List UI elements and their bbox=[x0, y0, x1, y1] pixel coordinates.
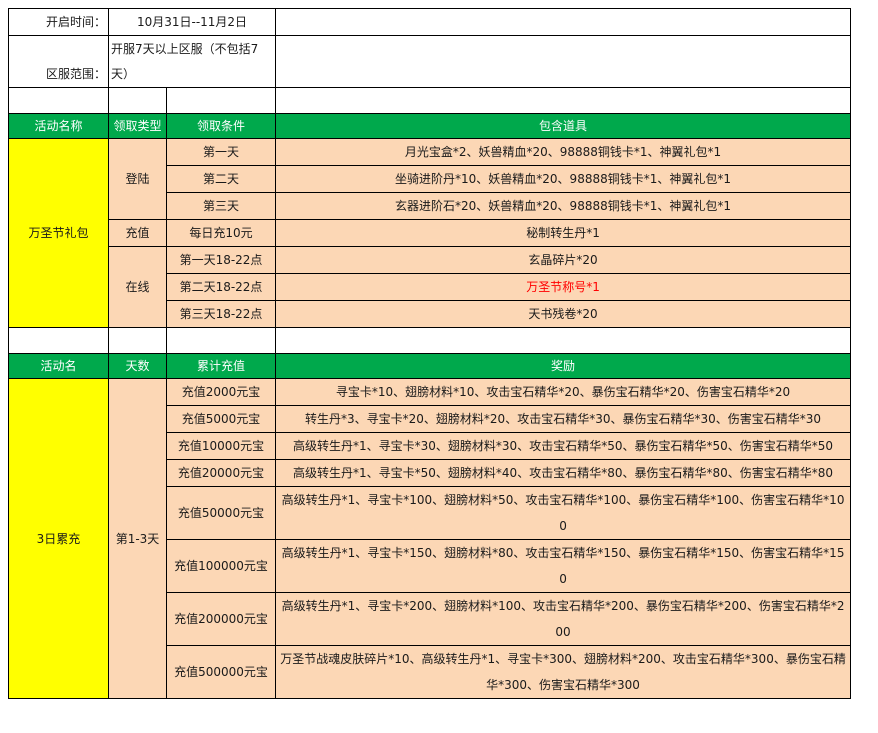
condition-cell: 第三天18-22点 bbox=[165, 300, 277, 328]
recharge-cell: 充值20000元宝 bbox=[165, 459, 277, 487]
header-activity-name-2: 活动名 bbox=[8, 353, 109, 379]
items-cell: 玄晶碎片*20 bbox=[275, 246, 852, 274]
recharge-cell: 充值500000元宝 bbox=[165, 645, 277, 699]
range-label: 区服范围： bbox=[8, 35, 109, 88]
activity-name-3day-recharge: 3日累充 bbox=[8, 378, 109, 699]
header-claim-condition: 领取条件 bbox=[165, 113, 277, 139]
recharge-cell: 充值100000元宝 bbox=[165, 539, 277, 593]
condition-cell: 第二天 bbox=[165, 165, 277, 193]
spacer-cell bbox=[108, 327, 167, 354]
reward-cell: 寻宝卡*10、翅膀材料*10、攻击宝石精华*20、暴伤宝石精华*20、伤害宝石精… bbox=[275, 378, 852, 406]
reward-cell: 高级转生丹*1、寻宝卡*50、翅膀材料*40、攻击宝石精华*80、暴伤宝石精华*… bbox=[275, 459, 852, 487]
activity-name-halloween-pack: 万圣节礼包 bbox=[8, 138, 109, 328]
recharge-cell: 充值5000元宝 bbox=[165, 405, 277, 433]
claim-type-recharge: 充值 bbox=[108, 219, 167, 247]
condition-cell: 每日充10元 bbox=[165, 219, 277, 247]
recharge-cell: 充值10000元宝 bbox=[165, 432, 277, 460]
days-cell: 第1-3天 bbox=[108, 378, 167, 699]
claim-type-login: 登陆 bbox=[108, 138, 167, 220]
items-cell: 秘制转生丹*1 bbox=[275, 219, 852, 247]
items-cell: 玄器进阶石*20、妖兽精血*20、98888铜钱卡*1、神翼礼包*1 bbox=[275, 192, 852, 220]
spacer-cell bbox=[165, 327, 277, 354]
reward-cell: 高级转生丹*1、寻宝卡*150、翅膀材料*80、攻击宝石精华*150、暴伤宝石精… bbox=[275, 539, 852, 593]
header-activity-name: 活动名称 bbox=[8, 113, 109, 139]
claim-type-online: 在线 bbox=[108, 246, 167, 328]
condition-cell: 第一天 bbox=[165, 138, 277, 166]
header-cumulative-recharge: 累计充值 bbox=[165, 353, 277, 379]
items-cell: 坐骑进阶丹*10、妖兽精血*20、98888铜钱卡*1、神翼礼包*1 bbox=[275, 165, 852, 193]
reward-cell: 万圣节战魂皮肤碎片*10、高级转生丹*1、寻宝卡*300、翅膀材料*200、攻击… bbox=[275, 645, 852, 699]
open-time-value: 10月31日--11月2日 bbox=[107, 8, 277, 36]
open-time-empty bbox=[275, 8, 852, 36]
recharge-cell: 充值2000元宝 bbox=[165, 378, 277, 406]
reward-cell: 高级转生丹*1、寻宝卡*200、翅膀材料*100、攻击宝石精华*200、暴伤宝石… bbox=[275, 592, 852, 646]
header-reward: 奖励 bbox=[275, 353, 852, 379]
condition-cell: 第一天18-22点 bbox=[165, 246, 277, 274]
recharge-cell: 充值200000元宝 bbox=[165, 592, 277, 646]
range-value: 开服7天以上区服（不包括7天） bbox=[107, 35, 277, 88]
reward-cell: 高级转生丹*1、寻宝卡*100、翅膀材料*50、攻击宝石精华*100、暴伤宝石精… bbox=[275, 486, 852, 540]
spacer-cell bbox=[165, 87, 277, 114]
items-cell: 月光宝盒*2、妖兽精血*20、98888铜钱卡*1、神翼礼包*1 bbox=[275, 138, 852, 166]
header-claim-type: 领取类型 bbox=[108, 113, 167, 139]
condition-cell: 第三天 bbox=[165, 192, 277, 220]
open-time-label: 开启时间： bbox=[8, 8, 109, 36]
spacer-cell bbox=[275, 87, 852, 114]
reward-cell: 高级转生丹*1、寻宝卡*30、翅膀材料*30、攻击宝石精华*50、暴伤宝石精华*… bbox=[275, 432, 852, 460]
recharge-cell: 充值50000元宝 bbox=[165, 486, 277, 540]
spacer-cell bbox=[8, 87, 109, 114]
spacer-cell bbox=[275, 327, 852, 354]
items-cell-highlight: 万圣节称号*1 bbox=[275, 273, 852, 301]
header-included-items: 包含道具 bbox=[275, 113, 852, 139]
items-cell: 天书残卷*20 bbox=[275, 300, 852, 328]
header-days: 天数 bbox=[108, 353, 167, 379]
condition-cell: 第二天18-22点 bbox=[165, 273, 277, 301]
range-empty bbox=[275, 35, 852, 88]
event-table: 开启时间： 10月31日--11月2日 区服范围： 开服7天以上区服（不包括7天… bbox=[8, 8, 852, 699]
spacer-cell bbox=[8, 327, 109, 354]
spacer-cell bbox=[108, 87, 167, 114]
reward-cell: 转生丹*3、寻宝卡*20、翅膀材料*20、攻击宝石精华*30、暴伤宝石精华*30… bbox=[275, 405, 852, 433]
